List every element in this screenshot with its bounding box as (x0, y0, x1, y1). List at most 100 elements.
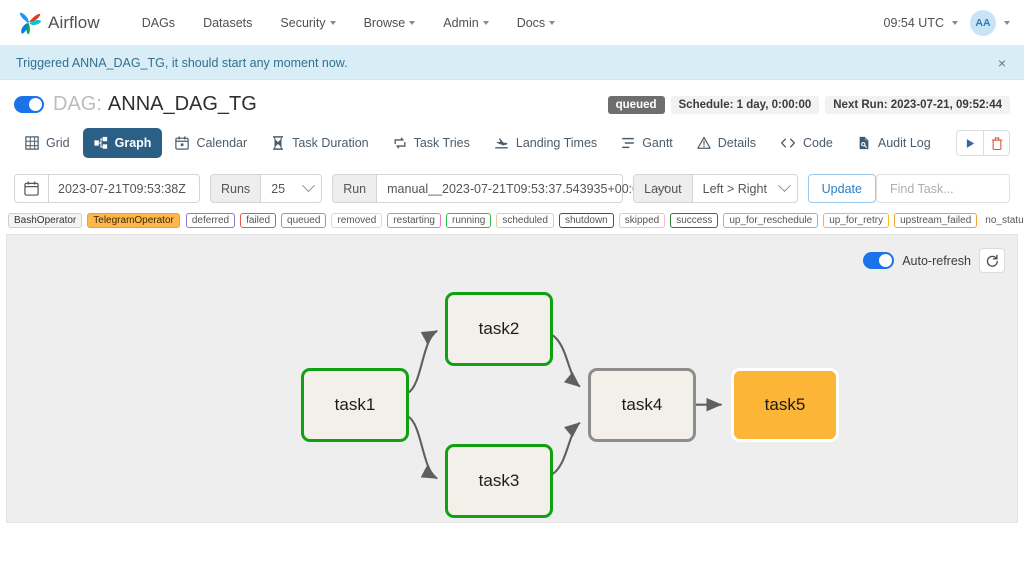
tab-bar: Grid Graph Calendar Task Duration Task T… (0, 124, 1024, 168)
run-value: manual__2023-07-21T09:53:37.543935+00:00 (387, 181, 647, 196)
tab-label: Audit Log (877, 136, 931, 150)
legend-row: BashOperator TelegramOperator deferred fa… (0, 213, 1024, 234)
graph-node-task1[interactable]: task1 (301, 368, 409, 442)
navbar: Airflow DAGs Datasets Security Browse Ad… (0, 0, 1024, 46)
nav-link-security[interactable]: Security (266, 10, 349, 36)
close-icon[interactable]: × (994, 54, 1010, 72)
trash-icon (991, 136, 1002, 150)
edge-task1-task2 (407, 329, 438, 394)
calendar-icon[interactable] (14, 174, 48, 203)
layout-value: Left > Right (702, 181, 767, 196)
status-badge: queued (607, 95, 665, 114)
nav-link-dags[interactable]: DAGs (128, 10, 189, 36)
dag-label: DAG: (53, 93, 102, 115)
tab-label: Gantt (642, 136, 673, 150)
operator-legend: BashOperator TelegramOperator (6, 213, 180, 228)
nav-links: DAGs Datasets Security Browse Admin Docs (128, 10, 569, 36)
nav-link-browse[interactable]: Browse (350, 10, 430, 36)
operator-badge-bash: BashOperator (8, 213, 83, 228)
timezone-clock[interactable]: 09:54 UTC (884, 16, 944, 30)
find-task-input[interactable] (887, 180, 998, 197)
dag-pause-toggle[interactable] (14, 96, 44, 113)
tab-graph[interactable]: Graph (82, 128, 163, 158)
delete-dag-button[interactable] (983, 130, 1010, 156)
dag-header: DAG: ANNA_DAG_TG queued Schedule: 1 day,… (0, 80, 1024, 124)
graph-node-task3[interactable]: task3 (445, 444, 553, 518)
refresh-icon (986, 254, 998, 267)
edge-task2-task4 (551, 333, 581, 388)
status-legend-no-status[interactable]: no_status (982, 213, 1024, 228)
graph-node-task5[interactable]: task5 (731, 368, 839, 442)
graph-icon (94, 136, 107, 149)
runs-select[interactable]: 25 (260, 174, 323, 203)
refresh-button[interactable] (979, 248, 1005, 273)
tab-task-tries[interactable]: Task Tries (382, 128, 481, 158)
status-legend-restarting[interactable]: restarting (387, 213, 441, 228)
status-legend-upstream-failed[interactable]: upstream_failed (894, 213, 978, 228)
trigger-dag-button[interactable] (956, 130, 983, 156)
operator-badge-telegram: TelegramOperator (87, 213, 180, 228)
filter-bar: 2023-07-21T09:53:38Z Runs 25 Run manual_… (0, 168, 1024, 213)
code-icon (781, 138, 795, 148)
status-legend-up-for-retry[interactable]: up_for_retry (823, 213, 890, 228)
status-legend-shutdown[interactable]: shutdown (558, 213, 614, 228)
graph-node-task4[interactable]: task4 (588, 368, 696, 442)
runs-group: Runs 25 (210, 174, 323, 203)
brand-name: Airflow (48, 12, 100, 32)
graph-node-task2[interactable]: task2 (445, 292, 553, 366)
next-run-badge: Next Run: 2023-07-21, 09:52:44 (825, 95, 1010, 114)
tab-task-duration[interactable]: Task Duration (260, 128, 379, 158)
page-title: ANNA_DAG_TG (107, 93, 257, 115)
run-select[interactable]: manual__2023-07-21T09:53:37.543935+00:00 (376, 174, 667, 203)
tab-code[interactable]: Code (769, 128, 844, 158)
tab-landing-times[interactable]: Landing Times (483, 128, 608, 158)
update-button[interactable]: Update (807, 174, 876, 203)
nav-link-docs[interactable]: Docs (503, 10, 569, 36)
chevron-down-icon (329, 21, 336, 26)
auto-refresh-toggle[interactable] (863, 252, 895, 269)
graph-canvas[interactable]: Auto-refresh task1 task2 task3 task4 task5 (6, 234, 1018, 523)
schedule-badge: Schedule: 1 day, 0:00:00 (670, 95, 820, 114)
tab-grid[interactable]: Grid (14, 128, 81, 158)
brand-logo[interactable]: Airflow (16, 10, 100, 36)
tab-label: Task Tries (413, 136, 470, 150)
status-legend-success[interactable]: success (670, 213, 719, 228)
landing-icon (494, 138, 508, 149)
chevron-down-icon (952, 20, 958, 25)
chevron-down-icon (482, 21, 489, 26)
auto-refresh-controls: Auto-refresh (863, 248, 1005, 273)
tab-label: Calendar (196, 136, 248, 150)
status-legend-up-for-reschedule[interactable]: up_for_reschedule (723, 213, 819, 228)
runs-value: 25 (271, 181, 286, 196)
tab-label: Details (717, 136, 756, 150)
avatar[interactable]: AA (970, 9, 996, 36)
status-legend-deferred[interactable]: deferred (185, 213, 236, 228)
tab-label: Grid (46, 136, 70, 150)
status-legend-scheduled[interactable]: scheduled (496, 213, 554, 228)
status-legend-queued[interactable]: queued (281, 213, 327, 228)
run-label: Run (332, 174, 377, 203)
warning-triangle-icon (697, 136, 711, 149)
dag-meta: queued Schedule: 1 day, 0:00:00 Next Run… (607, 95, 1010, 114)
status-legend-skipped[interactable]: skipped (618, 213, 666, 228)
nav-link-datasets[interactable]: Datasets (189, 10, 266, 36)
status-legend-running[interactable]: running (445, 213, 492, 228)
chevron-down-icon (409, 21, 416, 26)
tab-label: Code (802, 136, 833, 150)
flash-message: Triggered ANNA_DAG_TG, it should start a… (0, 46, 1024, 80)
find-task-field[interactable] (875, 174, 1010, 203)
layout-select[interactable]: Left > Right (691, 174, 798, 203)
status-legend-removed[interactable]: removed (331, 213, 383, 228)
tab-gantt[interactable]: Gantt (610, 128, 684, 158)
gantt-icon (622, 137, 635, 149)
run-group: Run manual__2023-07-21T09:53:37.543935+0… (332, 174, 667, 203)
tab-details[interactable]: Details (686, 128, 767, 158)
status-legend-failed[interactable]: failed (240, 213, 277, 228)
hourglass-icon (273, 136, 284, 150)
tab-audit-log[interactable]: Audit Log (846, 128, 942, 158)
tab-label: Graph (114, 136, 152, 150)
execution-date-input[interactable]: 2023-07-21T09:53:38Z (48, 174, 200, 203)
nav-link-admin[interactable]: Admin (429, 10, 502, 36)
chevron-down-icon (302, 179, 316, 193)
tab-calendar[interactable]: Calendar (164, 128, 258, 158)
